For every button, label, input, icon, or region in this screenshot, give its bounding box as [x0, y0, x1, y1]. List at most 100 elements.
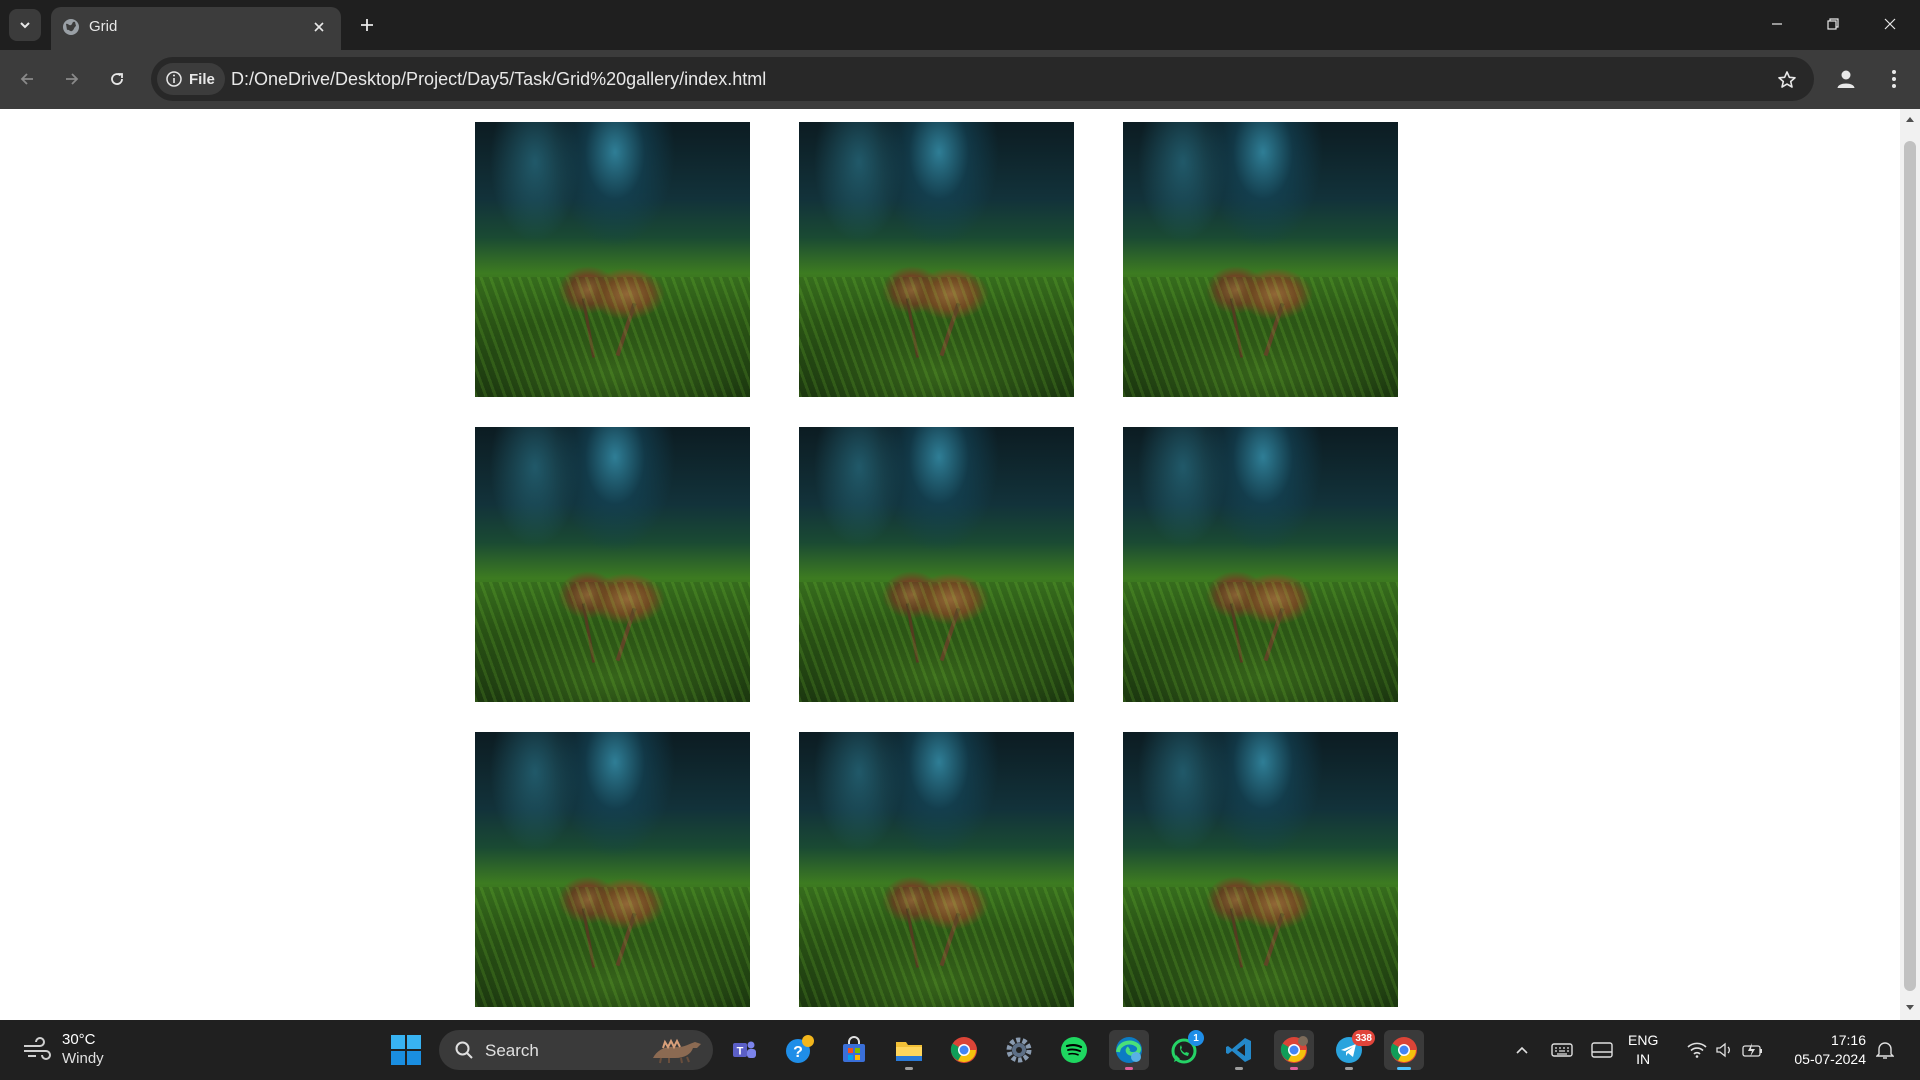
network-button[interactable]: [1684, 1037, 1710, 1063]
photo-detail: [1123, 887, 1398, 1007]
image-gallery-grid: [475, 122, 1398, 1007]
taskbar-whatsapp[interactable]: 1: [1164, 1030, 1204, 1070]
back-button[interactable]: [12, 64, 42, 94]
battery-charging-icon: [1742, 1043, 1762, 1057]
forward-button[interactable]: [57, 64, 87, 94]
speaker-icon: [1716, 1042, 1730, 1058]
taskbar-teams[interactable]: T: [724, 1030, 764, 1070]
search-icon: [455, 1041, 473, 1059]
url-text[interactable]: D:/OneDrive/Desktop/Project/Day5/Task/Gr…: [231, 69, 766, 90]
close-window-button[interactable]: [1872, 8, 1908, 40]
address-bar[interactable]: File D:/OneDrive/Desktop/Project/Day5/Ta…: [151, 57, 1814, 101]
gallery-image: [1123, 122, 1398, 397]
running-indicator: [1235, 1067, 1243, 1070]
taskbar-spotify[interactable]: [1054, 1030, 1094, 1070]
weather-temperature: 30°C: [62, 1031, 96, 1048]
scroll-up-button[interactable]: [1904, 113, 1916, 125]
tips-icon: ?: [786, 1035, 814, 1063]
running-indicator: [905, 1067, 913, 1070]
gallery-image: [799, 427, 1074, 702]
minimize-button[interactable]: [1759, 8, 1795, 40]
taskbar-chrome-active[interactable]: [1384, 1030, 1424, 1070]
photo-detail: [475, 887, 750, 1007]
search-label: Search: [485, 1041, 539, 1060]
taskbar-edge[interactable]: [1109, 1030, 1149, 1070]
photo-detail: [799, 277, 1074, 397]
input-language-indicator[interactable]: ENG IN: [1628, 1031, 1658, 1069]
taskbar-vscode[interactable]: [1219, 1030, 1259, 1070]
photo-detail: [475, 582, 750, 702]
chevron-up-icon: [1516, 1046, 1528, 1054]
touch-keyboard-button[interactable]: [1549, 1037, 1575, 1063]
file-explorer-icon: [896, 1042, 922, 1061]
running-indicator: [1125, 1067, 1133, 1070]
tab-search-button[interactable]: [9, 9, 41, 41]
weather-widget[interactable]: 30°C Windy: [22, 1030, 104, 1068]
edge-icon: [1116, 1037, 1142, 1063]
running-indicator: [1290, 1067, 1298, 1070]
site-info-chip[interactable]: File: [157, 63, 225, 95]
show-hidden-icons-button[interactable]: [1509, 1037, 1535, 1063]
minimize-icon: [1772, 23, 1782, 25]
gallery-image: [475, 122, 750, 397]
photo-detail: [799, 887, 1074, 1007]
photo-detail: [475, 277, 750, 397]
arrow-left-icon: [20, 73, 33, 85]
battery-button[interactable]: [1740, 1037, 1766, 1063]
telegram-badge: 338: [1352, 1030, 1375, 1046]
running-indicator: [1345, 1067, 1353, 1070]
system-clock[interactable]: 17:16 05-07-2024: [1782, 1031, 1866, 1069]
browser-menu-button[interactable]: [1879, 64, 1909, 94]
profile-button[interactable]: [1831, 64, 1861, 94]
gallery-image: [475, 427, 750, 702]
spotify-icon: [1061, 1037, 1087, 1063]
taskbar-store[interactable]: [834, 1030, 874, 1070]
triangle-down-icon: [1906, 1005, 1914, 1010]
volume-button[interactable]: [1712, 1037, 1738, 1063]
kebab-menu-icon: [1892, 70, 1896, 88]
person-icon: [1837, 70, 1855, 88]
chrome-icon: [950, 1037, 977, 1063]
photo-detail: [1123, 582, 1398, 702]
keyboard-icon: [1551, 1043, 1573, 1057]
notifications-button[interactable]: [1872, 1037, 1898, 1063]
vscode-icon: [1226, 1038, 1251, 1062]
taskbar-search[interactable]: Search: [439, 1030, 713, 1070]
tab-title: Grid: [89, 18, 118, 35]
reload-button[interactable]: [102, 64, 132, 94]
taskbar-settings[interactable]: [999, 1030, 1039, 1070]
scroll-down-button[interactable]: [1904, 1002, 1916, 1014]
photo-detail: [1123, 277, 1398, 397]
svg-text:?: ?: [793, 1044, 803, 1061]
whatsapp-badge: 1: [1188, 1030, 1204, 1046]
chrome-active-icon: [1390, 1037, 1417, 1063]
wifi-icon: [1687, 1042, 1707, 1058]
new-tab-button[interactable]: [352, 10, 382, 40]
taskbar-chrome[interactable]: [944, 1030, 984, 1070]
chrome-profile-icon: [1280, 1036, 1308, 1063]
bell-icon: [1876, 1042, 1894, 1059]
bookmark-button[interactable]: [1772, 65, 1802, 95]
restore-button[interactable]: [1815, 8, 1851, 40]
gallery-image: [1123, 427, 1398, 702]
title-bar: Grid: [0, 0, 1920, 50]
settings-icon: [1006, 1037, 1032, 1063]
photo-detail: [799, 582, 1074, 702]
vertical-scrollbar[interactable]: [1900, 109, 1920, 1020]
tab-close-button[interactable]: [307, 15, 331, 39]
plus-icon: [361, 19, 373, 31]
taskbar-tips[interactable]: ?: [779, 1030, 819, 1070]
taskbar-telegram[interactable]: 338: [1329, 1030, 1375, 1070]
language-region: IN: [1636, 1051, 1651, 1067]
start-button[interactable]: [390, 1034, 422, 1066]
taskbar-chrome-profile[interactable]: [1274, 1030, 1314, 1070]
restore-icon: [1827, 18, 1839, 30]
display-tray-button[interactable]: [1589, 1037, 1615, 1063]
triangle-up-icon: [1906, 117, 1914, 122]
gallery-image: [475, 732, 750, 1007]
gallery-image: [799, 122, 1074, 397]
scrollbar-thumb[interactable]: [1904, 141, 1916, 991]
tab-grid[interactable]: Grid: [51, 7, 341, 50]
taskbar-file-explorer[interactable]: [889, 1030, 929, 1070]
teams-icon: T: [733, 1041, 756, 1058]
